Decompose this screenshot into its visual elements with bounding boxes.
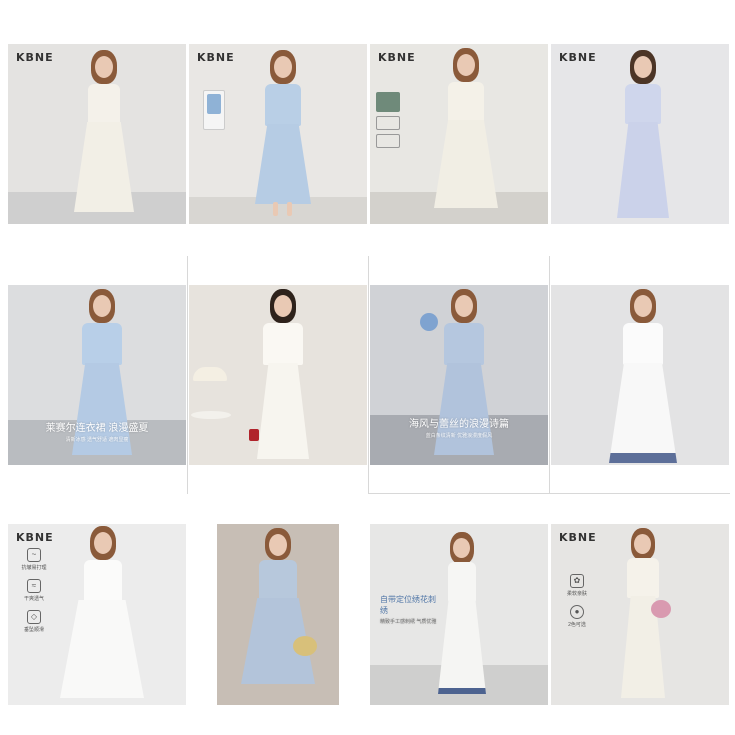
model-figure — [607, 289, 677, 463]
divider — [369, 493, 730, 494]
feature-item: ≈ 干爽透气 — [23, 579, 44, 602]
brand-logo: KBNE — [16, 531, 54, 544]
fabric-badge — [203, 90, 225, 130]
caption-subtitle: 清新冰感 透气舒适 遮肉显瘦 — [65, 437, 129, 443]
caption-subtitle: 精致手工感刺绣 气质优雅 — [380, 619, 437, 625]
model-figure — [430, 48, 500, 218]
model-figure — [60, 526, 144, 702]
caption-title: 莱赛尔连衣裙 浪漫盛夏 — [45, 423, 149, 434]
product-image-12[interactable]: KBNE ✿ 柔软亲肤 ● 2色可选 — [551, 524, 729, 705]
breathable-icon: ≈ — [27, 579, 41, 593]
brand-logo: KBNE — [559, 51, 597, 64]
divider — [187, 256, 188, 494]
feature-item: ● 2色可选 — [568, 605, 586, 628]
product-image-3[interactable]: KBNE — [370, 44, 548, 224]
model-figure — [68, 50, 138, 220]
brand-logo: KBNE — [378, 51, 416, 64]
caption-title: 自带定位绣花刺绣 — [380, 595, 436, 615]
brand-logo: KBNE — [16, 51, 54, 64]
iron-icon: ~ — [27, 548, 41, 562]
product-image-4[interactable]: KBNE — [551, 44, 729, 224]
color-option-icon: ● — [570, 605, 584, 619]
product-image-1[interactable]: KBNE — [8, 44, 186, 224]
feature-item: ✿ 柔软亲肤 — [566, 574, 587, 597]
model-figure — [247, 50, 317, 220]
side-table — [191, 411, 231, 419]
product-image-5[interactable]: 莱赛尔连衣裙 浪漫盛夏 清新冰感 透气舒适 遮肉显瘦 — [8, 285, 186, 465]
model-figure — [607, 50, 677, 222]
pink-flowers — [651, 600, 671, 618]
feature-badges — [376, 92, 400, 152]
red-handbag — [249, 429, 259, 441]
feature-list: ✿ 柔软亲肤 ● 2色可选 — [559, 574, 595, 628]
product-image-11[interactable]: 自带定位绣花刺绣 精致手工感刺绣 气质优雅 — [370, 524, 548, 705]
model-figure — [241, 528, 315, 700]
flower-basket — [293, 636, 317, 656]
drape-icon: ◇ — [27, 610, 41, 624]
promo-caption: 海风与蕾丝的浪漫诗篇 蓝白条纹清新 优雅浪漫度假风 — [370, 415, 548, 439]
product-image-6[interactable] — [189, 285, 367, 465]
brand-logo: KBNE — [197, 51, 235, 64]
brand-logo: KBNE — [559, 531, 597, 544]
caption-subtitle: 蓝白条纹清新 优雅浪漫度假风 — [425, 433, 493, 439]
caption-title: 海风与蕾丝的浪漫诗篇 — [409, 419, 509, 430]
feature-item: ~ 抗皱易打理 — [21, 548, 47, 571]
divider — [549, 256, 550, 494]
product-image-7[interactable]: 海风与蕾丝的浪漫诗篇 蓝白条纹清新 优雅浪漫度假风 — [370, 285, 548, 465]
feature-item: ◇ 垂坠顺滑 — [23, 610, 44, 633]
product-image-2[interactable]: KBNE — [189, 44, 367, 224]
feature-list: ~ 抗皱易打理 ≈ 干爽透气 ◇ 垂坠顺滑 — [16, 548, 52, 633]
product-image-9[interactable]: KBNE ~ 抗皱易打理 ≈ 干爽透气 ◇ 垂坠顺滑 — [8, 524, 186, 705]
divider — [368, 256, 369, 494]
leaf-icon: ✿ — [570, 574, 584, 588]
promo-caption: 莱赛尔连衣裙 浪漫盛夏 清新冰感 透气舒适 遮肉显瘦 — [8, 419, 186, 443]
table-lamp — [193, 367, 227, 381]
product-image-8[interactable] — [551, 285, 729, 465]
product-image-10[interactable] — [217, 524, 339, 705]
model-figure — [432, 532, 492, 702]
promo-caption: 自带定位绣花刺绣 精致手工感刺绣 气质优雅 — [380, 594, 440, 625]
